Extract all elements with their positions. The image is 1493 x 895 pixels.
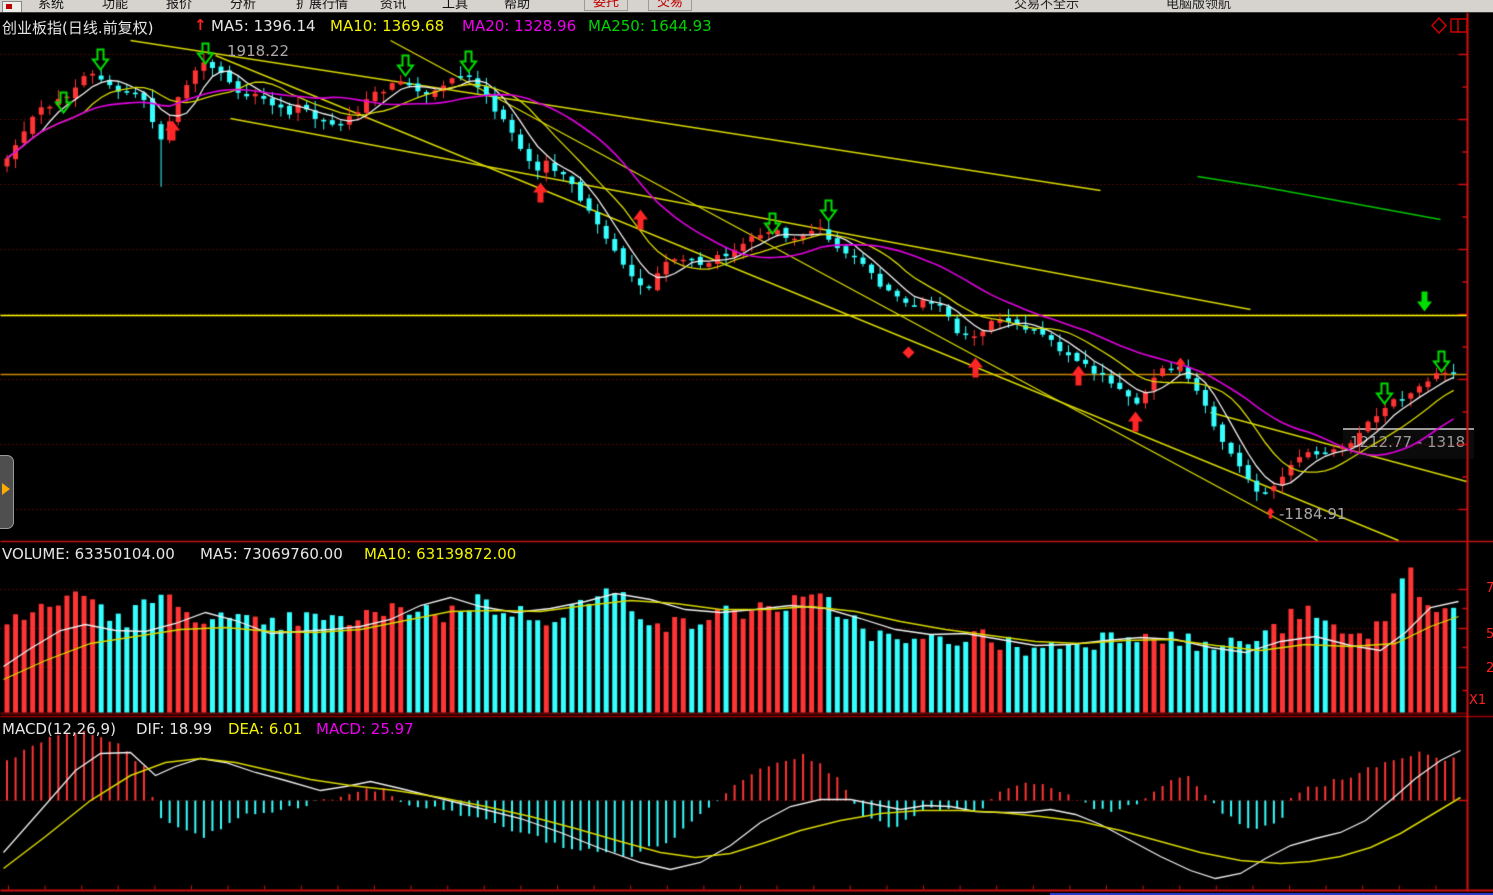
volume-ma5: MA5: 73069760.00 — [200, 545, 343, 563]
ma10-value: MA10: 1369.68 — [330, 17, 444, 35]
menu-item-function[interactable]: 功能 — [102, 0, 128, 12]
kline-chart-canvas[interactable] — [0, 0, 1493, 895]
window-split-icon[interactable] — [1451, 19, 1467, 32]
menu-item-info[interactable]: 资讯 — [380, 0, 406, 12]
menu-item-quote[interactable]: 报价 — [166, 0, 192, 12]
macd-dea: DEA: 6.01 — [228, 720, 302, 738]
menu-button-trade[interactable]: 交易 — [648, 0, 692, 11]
chart-title: 创业板指(日线.前复权) — [2, 17, 153, 38]
diamond-tool-icon[interactable] — [1432, 18, 1446, 33]
menu-right-text-1: 交易不全示 — [1014, 0, 1079, 12]
menu-item-help[interactable]: 帮助 — [504, 0, 530, 12]
macd-name: MACD(12,26,9) — [2, 720, 116, 738]
vol-axis-digit: 7 — [1486, 581, 1493, 596]
sidebar-flyout-handle[interactable] — [0, 455, 14, 529]
menu-item-system[interactable]: 系统 — [38, 0, 64, 12]
volume-ma10: MA10: 63139872.00 — [364, 545, 516, 563]
menu-bar: 系统 功能 报价 分析 扩展行情 资讯 工具 帮助 委托 交易 交易不全示 电脑… — [0, 0, 1493, 13]
macd-value: MACD: 25.97 — [316, 720, 414, 738]
menu-right-text-2: 电脑版领航 — [1166, 0, 1231, 12]
app-icon[interactable] — [2, 1, 22, 13]
app-logo-icon — [6, 4, 12, 9]
menu-button-trade-entrust[interactable]: 委托 — [584, 0, 628, 11]
low-price-label: -1184.91 — [1279, 505, 1346, 523]
app-window: 系统 功能 报价 分析 扩展行情 资讯 工具 帮助 委托 交易 交易不全示 电脑… — [0, 0, 1493, 895]
up-arrow-icon: ↑ — [194, 16, 207, 34]
scale-x1-label: X1 — [1469, 693, 1486, 708]
corner-tools — [1431, 17, 1469, 34]
peak-price-label: 1918.22 — [227, 42, 289, 60]
macd-dif: DIF: 18.99 — [136, 720, 212, 738]
ma20-value: MA20: 1328.96 — [462, 17, 576, 35]
menu-item-analysis[interactable]: 分析 — [230, 0, 256, 12]
ma250-value: MA250: 1644.93 — [588, 17, 712, 35]
menu-item-tools[interactable]: 工具 — [442, 0, 468, 12]
vol-axis-digit: 5 — [1486, 627, 1493, 642]
ma5-value: MA5: 1396.14 — [211, 17, 316, 35]
flyout-arrow-icon — [2, 483, 10, 495]
vol-axis-digit: 2 — [1486, 661, 1493, 676]
volume-value: VOLUME: 63350104.00 — [2, 545, 175, 563]
menu-item-extended[interactable]: 扩展行情 — [296, 0, 348, 12]
